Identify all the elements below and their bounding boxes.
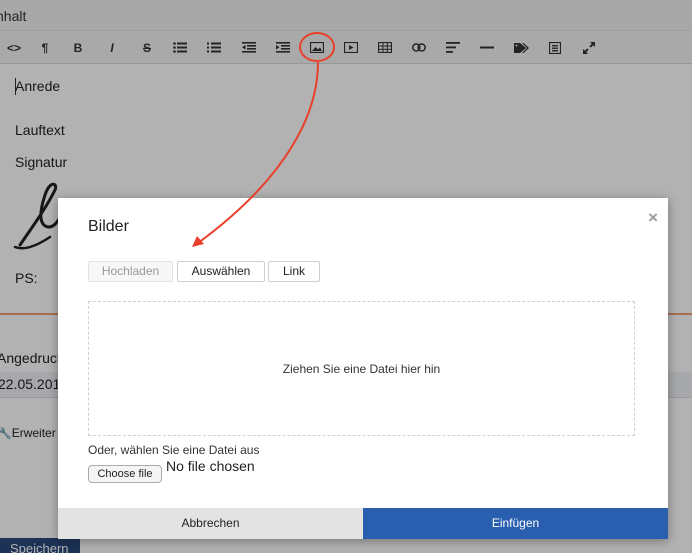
tab-select[interactable]: Auswählen bbox=[177, 261, 265, 282]
or-choose-text: Oder, wählen Sie eine Datei aus bbox=[88, 443, 260, 457]
images-dialog: Bilder × Hochladen Auswählen Link Ziehen… bbox=[58, 198, 668, 539]
file-dropzone[interactable]: Ziehen Sie eine Datei hier hin bbox=[88, 301, 635, 436]
dialog-footer: Abbrechen Einfügen bbox=[58, 508, 668, 539]
dialog-title: Bilder bbox=[88, 218, 129, 235]
close-icon[interactable]: × bbox=[648, 208, 658, 228]
no-file-text: No file chosen bbox=[166, 458, 255, 474]
tab-link[interactable]: Link bbox=[268, 261, 320, 282]
cancel-button[interactable]: Abbrechen bbox=[58, 508, 363, 539]
insert-button[interactable]: Einfügen bbox=[363, 508, 668, 539]
dropzone-text: Ziehen Sie eine Datei hier hin bbox=[282, 361, 441, 376]
choose-file-button[interactable]: Choose file bbox=[88, 465, 162, 483]
tab-upload[interactable]: Hochladen bbox=[88, 261, 173, 282]
